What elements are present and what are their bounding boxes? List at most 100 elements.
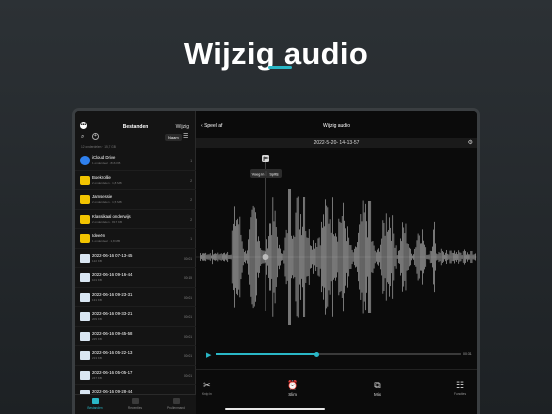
audio-file-icon <box>80 370 90 380</box>
waveform-bar <box>284 237 286 277</box>
list-item[interactable]: Boekrollie 2 onderdelen · 1,8 MB 2 <box>75 171 196 190</box>
list-item[interactable]: 2022-06-16 09-16-44 101 KB 00:15 <box>75 268 196 288</box>
waveform-bar <box>348 237 350 277</box>
waveform-bar <box>246 253 247 261</box>
waveform-bar <box>368 201 369 313</box>
list-item[interactable]: 2022-06-16 09-33-21 209 KB 00:01 <box>75 307 196 327</box>
waveform-bar <box>258 236 259 278</box>
waveform-bar <box>433 229 434 285</box>
waveform-bar <box>427 254 429 260</box>
waveform-bar <box>301 235 302 279</box>
waveform-bar <box>388 230 389 284</box>
waveform-bar <box>402 222 403 292</box>
list-item[interactable]: 2022-06-16 09-45-58 225 KB 00:01 <box>75 327 196 346</box>
waveform-bar <box>251 209 253 305</box>
page-title: Wijzig audio <box>323 123 350 129</box>
edit-button[interactable]: Wijzig <box>176 124 189 130</box>
list-item[interactable]: Jamsessie 2 onderdelen · 1,5 MB 2 <box>75 190 196 210</box>
waveform-bar <box>222 254 223 260</box>
list-item[interactable]: Klassikaal onderwijs 2 onderdelen · 817 K… <box>75 210 196 229</box>
waveform-bar <box>442 250 443 264</box>
file-list: iCloud Drive 1 onderdeel · 816 KB 1 Boekro… <box>75 151 196 405</box>
list-item[interactable]: iCloud Drive 1 onderdeel · 816 KB 1 <box>75 151 196 171</box>
waveform-bar <box>396 255 398 259</box>
waveform-bar <box>357 242 358 272</box>
tab-recenties[interactable]: Recenties <box>120 398 150 410</box>
waveform-bar <box>296 197 298 317</box>
functions-tool-button[interactable]: ☷ Functies <box>454 380 466 396</box>
waveform-bar <box>409 247 410 267</box>
waveform-bar <box>220 253 222 261</box>
trim-tool-button[interactable]: ✂ Knip in <box>202 380 212 396</box>
waveform-bar <box>412 255 413 259</box>
waveform-bar <box>439 252 441 262</box>
back-button[interactable]: ‹ Speel af <box>201 123 222 129</box>
sort-button[interactable]: Naam <box>165 134 182 141</box>
list-item[interactable]: 2022-06-16 09-23-31 131 KB 00:01 <box>75 288 196 307</box>
waveform-bar <box>338 218 340 296</box>
list-item[interactable]: 2022-06-16 05-05-17 247 KB 00:01 <box>75 366 196 385</box>
waveform-bar <box>391 240 392 274</box>
waveform-bar <box>370 201 372 313</box>
waveform-bar <box>373 245 375 269</box>
waveform[interactable]: Voeg in Splits <box>196 151 477 346</box>
waveform-bar <box>293 235 295 279</box>
waveform-bar <box>361 221 363 293</box>
waveform-bar <box>420 243 421 271</box>
progress-thumb[interactable] <box>313 351 319 357</box>
list-item[interactable]: 2022-06-16 07-13-45 122 KB 00:01 <box>75 249 196 268</box>
waveform-bar <box>351 249 353 265</box>
slim-tool-button[interactable]: ⏰ Slim <box>287 380 298 397</box>
waveform-bar <box>326 205 328 309</box>
split-button[interactable]: Splits <box>269 173 278 177</box>
waveform-bar <box>407 244 409 270</box>
gear-icon[interactable]: ⚙ <box>468 139 473 146</box>
waveform-bar <box>281 253 282 261</box>
waveform-bar <box>470 251 472 263</box>
waveform-bar <box>314 248 315 266</box>
waveform-bar <box>290 189 291 325</box>
waveform-bar <box>449 250 451 264</box>
playhead-handle[interactable] <box>262 254 269 260</box>
waveform-bar <box>283 250 285 264</box>
waveform-bar <box>340 222 342 292</box>
recording-date-bar: 2022-5-20- 14-13-57 ⚙ <box>196 138 477 148</box>
waveform-bar <box>250 217 252 297</box>
waveform-bar <box>299 229 300 285</box>
waveform-bar <box>241 241 243 273</box>
waveform-bar <box>332 197 333 317</box>
waveform-bar <box>415 247 417 267</box>
tab-prullenmand[interactable]: Prullenmand <box>161 398 191 410</box>
playback-progress[interactable] <box>216 351 461 357</box>
search-icon[interactable]: ⌕ <box>81 134 84 141</box>
waveform-bar <box>389 217 390 297</box>
waveform-bar <box>207 254 209 260</box>
waveform-bar <box>366 221 367 293</box>
waveform-bar <box>233 223 234 291</box>
waveform-bar <box>217 252 219 262</box>
waveform-bar <box>270 223 271 291</box>
waveform-bar <box>203 253 204 261</box>
waveform-bar <box>347 226 348 288</box>
waveform-bar <box>285 229 287 285</box>
waveform-bar <box>302 226 303 288</box>
waveform-bar <box>215 253 216 261</box>
waveform-bar <box>460 252 462 262</box>
waveform-bar <box>252 205 254 309</box>
tab-bestanden[interactable]: Bestanden <box>80 398 110 410</box>
waveform-bar <box>336 236 337 278</box>
waveform-bar <box>390 227 391 287</box>
waveform-bar <box>316 247 318 267</box>
add-icon[interactable]: + <box>92 133 99 140</box>
play-icon[interactable]: ▶ <box>206 351 211 359</box>
waveform-bar <box>211 255 212 259</box>
list-item[interactable]: Ideeën 1 onderdeel · 1,8 MB 1 <box>75 229 196 249</box>
scissors-icon: ✂ <box>203 380 211 390</box>
sort-icon[interactable]: ☰ <box>183 133 188 140</box>
waveform-bar <box>425 247 427 267</box>
mix-tool-button[interactable]: ⧉ Mix <box>374 380 381 397</box>
waveform-bar <box>318 237 320 277</box>
insert-button[interactable]: Voeg in <box>252 173 265 177</box>
list-item[interactable]: 2022-06-16 05-22-13 213 KB 00:01 <box>75 346 196 366</box>
storage-info: 12 onderdelen · 15,7 GB <box>81 145 116 149</box>
